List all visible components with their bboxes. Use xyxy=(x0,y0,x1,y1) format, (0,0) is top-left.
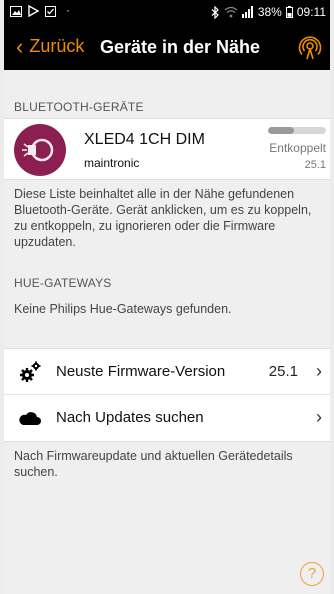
chevron-left-icon: ‹ xyxy=(16,33,24,59)
status-left-icons: · xyxy=(10,5,74,17)
row-value: 25.1 xyxy=(268,363,298,380)
bluetooth-section-header: BLUETOOTH-GERÄTE xyxy=(14,100,144,114)
help-icon[interactable]: ? xyxy=(300,562,324,586)
radar-icon[interactable] xyxy=(298,36,322,60)
image-icon xyxy=(10,5,22,17)
hue-section-header: HUE-GATEWAYS xyxy=(14,276,112,290)
device-firmware-version: 25.1 xyxy=(304,159,326,171)
signal-strength-bar xyxy=(268,127,326,134)
signal-strength-fill xyxy=(268,127,295,134)
chevron-right-icon: › xyxy=(316,407,322,427)
screen: · 38% 09:11 ‹ Zurück Geräte in der Nähe … xyxy=(4,0,330,594)
bluetooth-icon xyxy=(211,5,219,19)
page-title: Geräte in der Nähe xyxy=(100,37,261,57)
cloud-icon xyxy=(19,412,41,425)
clock: 09:11 xyxy=(296,5,326,19)
firmware-list: Neuste Firmware-Version 25.1 › Nach Upda… xyxy=(4,348,330,442)
status-bar: · 38% 09:11 xyxy=(4,0,330,26)
signal-icon xyxy=(241,6,253,18)
battery-percent: 38% xyxy=(257,5,282,19)
app-bar: ‹ Zurück Geräte in der Nähe xyxy=(4,26,330,70)
wifi-icon xyxy=(224,6,238,18)
hue-empty-text: Keine Philips Hue-Gateways gefunden. xyxy=(14,302,232,316)
latest-firmware-row[interactable]: Neuste Firmware-Version 25.1 › xyxy=(4,349,330,395)
row-label: Neuste Firmware-Version xyxy=(56,363,226,380)
device-avatar xyxy=(14,124,66,176)
device-status: Entkoppelt xyxy=(269,141,326,155)
firmware-footer-text: Nach Firmwareupdate und aktuellen Geräte… xyxy=(14,449,293,479)
checkbox-icon xyxy=(45,5,56,17)
row-label: Nach Updates suchen xyxy=(56,409,204,426)
status-right-icons: 38% 09:11 xyxy=(211,5,326,19)
chevron-right-icon: › xyxy=(316,361,322,381)
gears-icon xyxy=(20,361,41,382)
back-button[interactable]: ‹ Zurück xyxy=(16,33,85,59)
play-store-icon xyxy=(28,5,39,17)
dot-icon: · xyxy=(66,5,70,17)
device-vendor: maintronic xyxy=(84,156,140,170)
device-list-item[interactable]: XLED4 1CH DIM maintronic Entkoppelt 25.1 xyxy=(4,118,330,180)
lightbulb-icon xyxy=(22,138,54,162)
device-name: XLED4 1CH DIM xyxy=(84,131,205,148)
battery-icon xyxy=(285,6,293,18)
bluetooth-description: Diese Liste beinhaltet alle in der Nähe … xyxy=(14,187,312,249)
back-label: Zurück xyxy=(29,36,85,56)
check-updates-row[interactable]: Nach Updates suchen › xyxy=(4,395,330,441)
